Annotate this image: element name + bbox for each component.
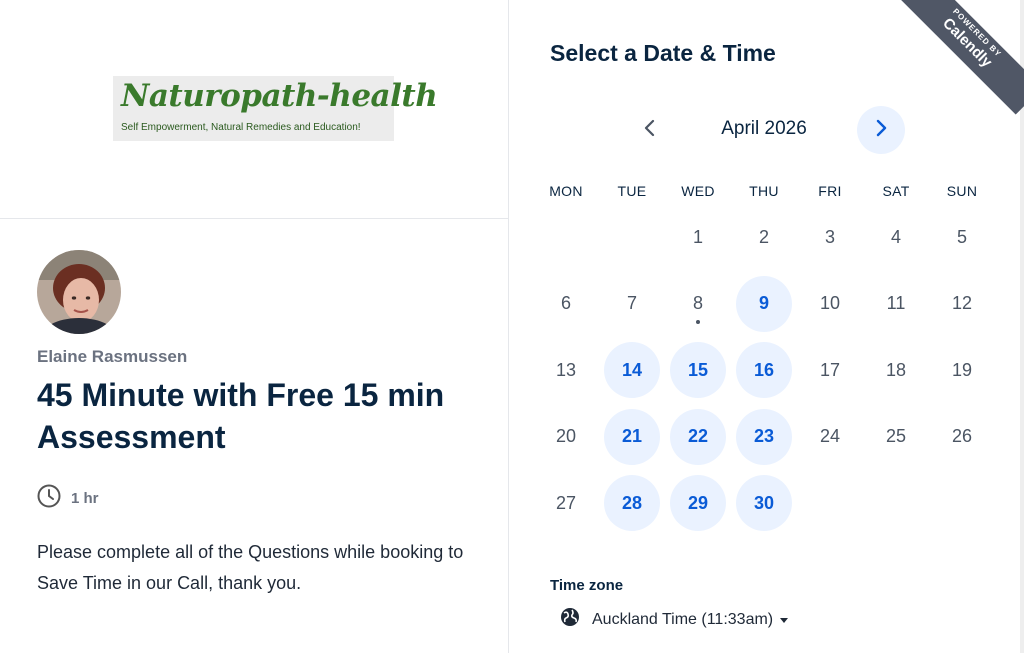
date-label: 10 [819, 293, 841, 314]
date-label: 27 [555, 492, 577, 513]
event-duration: 1 hr [37, 484, 99, 513]
today-indicator [696, 319, 700, 324]
date-label: 6 [560, 293, 571, 314]
date-button-available[interactable]: 16 [736, 342, 792, 399]
logo-area: Naturopath-health Self Empowerment, Natu… [0, 0, 508, 219]
date-label: 1 [692, 226, 703, 247]
scheduler-heading: Select a Date & Time [550, 40, 776, 66]
date-label: 17 [819, 359, 841, 380]
date-button-available[interactable]: 28 [604, 475, 660, 532]
timezone-value: Auckland Time (11:33am) [592, 610, 774, 628]
avatar [37, 250, 121, 334]
clock-icon [37, 484, 61, 513]
calendar-cell: 13 [533, 337, 599, 404]
calendar-cell: 30 [731, 470, 797, 537]
calendar-cell: 3 [797, 204, 863, 271]
date-label: 12 [951, 293, 973, 314]
empty-cell [599, 204, 665, 271]
date-label: 7 [626, 293, 637, 314]
weekday-label: FRI [818, 183, 842, 199]
date-label: 3 [824, 226, 835, 247]
calendar-cell: 14 [599, 337, 665, 404]
scheduler-panel: Select a Date & Time April 2026 MON TUE WE… [509, 0, 1024, 653]
date-label: 5 [956, 226, 967, 247]
calendar-cell: 28 [599, 470, 665, 537]
empty-cell [533, 204, 599, 271]
date-button-available[interactable]: 15 [670, 342, 726, 399]
date-label: 19 [951, 359, 973, 380]
date-label: 11 [886, 293, 906, 314]
calendar-cell: 7 [599, 271, 665, 338]
calendar-cell: 8 [665, 271, 731, 338]
calendar-cell: 26 [929, 404, 995, 471]
current-month: April 2026 [721, 118, 807, 139]
date-button-available[interactable]: 22 [670, 408, 726, 465]
weekday-label: SAT [882, 183, 910, 199]
company-logo: Naturopath-health Self Empowerment, Natu… [113, 76, 438, 141]
calendar-cell: 4 [863, 204, 929, 271]
caret-down-icon [780, 611, 789, 629]
calendar-cell: 25 [863, 404, 929, 471]
date-label: 18 [885, 359, 907, 380]
event-title: 45 Minute with Free 15 min Assessment [37, 377, 445, 455]
weekday-label: THU [749, 183, 779, 199]
calendar-cell: 16 [731, 337, 797, 404]
weekday-header: MON TUE WED THU FRI SAT SUN [533, 183, 995, 199]
calendar-cell: 9 [731, 271, 797, 338]
event-details-panel: Naturopath-health Self Empowerment, Natu… [0, 0, 509, 653]
weekday-label: WED [681, 183, 715, 199]
calendar-cell: 29 [665, 470, 731, 537]
host-name: Elaine Rasmussen [37, 347, 188, 366]
calendar-cell: 6 [533, 271, 599, 338]
date-label: 4 [890, 226, 901, 247]
prev-month-button[interactable] [626, 106, 674, 154]
date-label: 13 [555, 359, 577, 380]
date-button-available[interactable]: 23 [736, 408, 792, 465]
date-label: 24 [819, 426, 841, 447]
calendar-cell: 5 [929, 204, 995, 271]
event-description: Please complete all of the Questions whi… [37, 542, 464, 593]
date-label: 2 [758, 226, 769, 247]
date-label: 25 [885, 426, 907, 447]
date-button-available[interactable]: 9 [736, 275, 792, 332]
logo-tagline: Self Empowerment, Natural Remedies and E… [121, 122, 361, 133]
date-button-available[interactable]: 14 [604, 342, 660, 399]
date-label: 8 [692, 293, 703, 314]
timezone-select[interactable]: Auckland Time (11:33am) [560, 607, 789, 632]
calendar-grid: 1 2 3 4 5 6 7 8 9 10 11 12 13 14 15 16 17 18 19 20 21 22 23 24 2… [533, 204, 995, 537]
calendar-cell: 12 [929, 271, 995, 338]
calendar-cell: 15 [665, 337, 731, 404]
globe-icon [560, 607, 580, 632]
date-button-available[interactable]: 30 [736, 475, 792, 532]
logo-title: Naturopath-health [121, 78, 438, 114]
calendar-cell: 27 [533, 470, 599, 537]
date-button-available[interactable]: 21 [604, 408, 660, 465]
month-navigation: April 2026 [509, 106, 1020, 154]
calendar-cell: 18 [863, 337, 929, 404]
calendar-cell: 11 [863, 271, 929, 338]
date-label: 26 [951, 426, 973, 447]
chevron-right-icon [874, 119, 888, 142]
date-label: 20 [555, 426, 577, 447]
calendar-cell: 1 [665, 204, 731, 271]
date-button-available[interactable]: 29 [670, 475, 726, 532]
timezone-label: Time zone [550, 577, 624, 594]
weekday-label: TUE [617, 183, 647, 199]
chevron-left-icon [643, 119, 657, 142]
weekday-label: MON [549, 183, 583, 199]
calendar-cell: 22 [665, 404, 731, 471]
calendar-cell: 24 [797, 404, 863, 471]
calendar-cell: 17 [797, 337, 863, 404]
calendar-cell: 23 [731, 404, 797, 471]
calendar-cell: 2 [731, 204, 797, 271]
weekday-label: SUN [946, 183, 978, 199]
duration-label: 1 hr [71, 489, 99, 507]
calendar-cell: 21 [599, 404, 665, 471]
powered-by-calendly-badge[interactable]: POWERED BY Calendly [895, 0, 1024, 115]
calendar-cell: 10 [797, 271, 863, 338]
calendar-cell: 19 [929, 337, 995, 404]
next-month-button[interactable] [857, 106, 905, 154]
calendar-cell: 20 [533, 404, 599, 471]
